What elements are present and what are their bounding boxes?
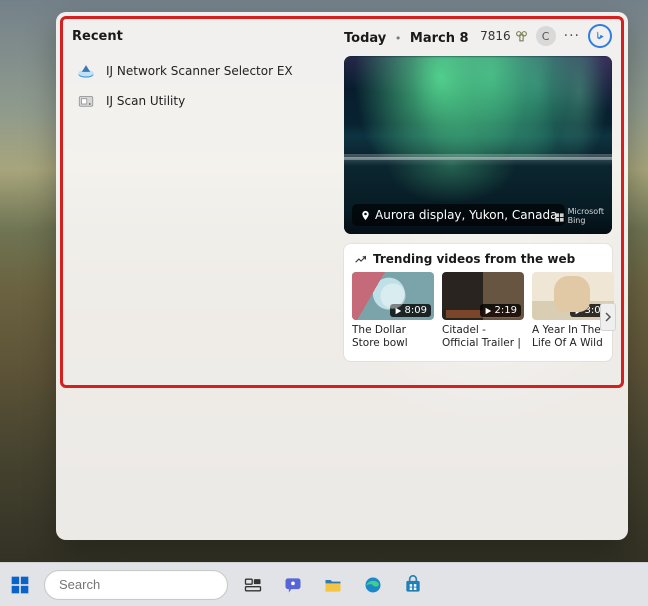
trending-heading: Trending videos from the web — [373, 252, 575, 266]
recent-item-label: IJ Scan Utility — [106, 94, 185, 108]
video-thumbnail: 2:19 — [442, 272, 524, 320]
desktop: Recent IJ Network Scanner Selector EX IJ… — [0, 0, 648, 606]
task-view-icon — [243, 575, 263, 595]
search-flyout-panel: Recent IJ Network Scanner Selector EX IJ… — [56, 12, 628, 540]
more-options-button[interactable]: ··· — [564, 29, 580, 43]
scanner-app-icon — [76, 61, 96, 81]
recent-item[interactable]: IJ Network Scanner Selector EX — [72, 56, 324, 86]
rewards-icon — [515, 30, 528, 43]
bing-chat-button[interactable] — [588, 24, 612, 48]
bing-watermark: Microsoft Bing — [554, 208, 604, 226]
folder-icon — [323, 575, 343, 595]
bing-daily-image[interactable]: Aurora display, Yukon, Canada Microsoft … — [344, 56, 612, 234]
image-location-pill[interactable]: Aurora display, Yukon, Canada — [352, 204, 565, 226]
play-icon — [394, 307, 402, 315]
recent-item[interactable]: IJ Scan Utility — [72, 86, 324, 116]
task-view-button[interactable] — [234, 566, 272, 604]
windows-logo-icon — [10, 575, 30, 595]
scan-utility-icon — [76, 91, 96, 111]
video-title: The Dollar Store bowl hack that's trendi… — [352, 324, 434, 351]
search-input[interactable] — [59, 577, 235, 592]
recent-item-label: IJ Network Scanner Selector EX — [106, 64, 293, 78]
edge-button[interactable] — [354, 566, 392, 604]
recent-heading: Recent — [72, 29, 123, 44]
chat-icon — [283, 575, 303, 595]
chat-button[interactable] — [274, 566, 312, 604]
today-column: Today • March 8 7816 C ··· — [344, 26, 612, 361]
file-explorer-button[interactable] — [314, 566, 352, 604]
video-thumbnail: 8:09 — [352, 272, 434, 320]
start-button[interactable] — [0, 575, 40, 595]
store-button[interactable] — [394, 566, 432, 604]
play-icon — [574, 307, 582, 315]
taskbar-search-box[interactable] — [44, 570, 228, 600]
trending-up-icon — [354, 253, 367, 266]
recent-column: Recent IJ Network Scanner Selector EX IJ… — [72, 26, 324, 116]
account-avatar[interactable]: C — [536, 26, 556, 46]
location-pin-icon — [360, 210, 371, 221]
chevron-right-icon — [605, 312, 612, 322]
trending-videos-card: Trending videos from the web 8:09 The Do… — [344, 244, 612, 361]
video-item[interactable]: 2:19 Citadel - Official Trailer | Prime … — [442, 272, 524, 351]
video-item[interactable]: 8:09 The Dollar Store bowl hack that's t… — [352, 272, 434, 351]
scroll-right-button[interactable] — [600, 303, 616, 331]
taskbar — [0, 562, 648, 606]
edge-icon — [363, 575, 383, 595]
video-title: Citadel - Official Trailer | Prime Video — [442, 324, 524, 351]
separator-dot: • — [391, 32, 404, 45]
today-heading: Today • March 8 — [344, 27, 469, 46]
rewards-points[interactable]: 7816 — [480, 29, 528, 43]
play-icon — [484, 307, 492, 315]
store-icon — [403, 575, 423, 595]
